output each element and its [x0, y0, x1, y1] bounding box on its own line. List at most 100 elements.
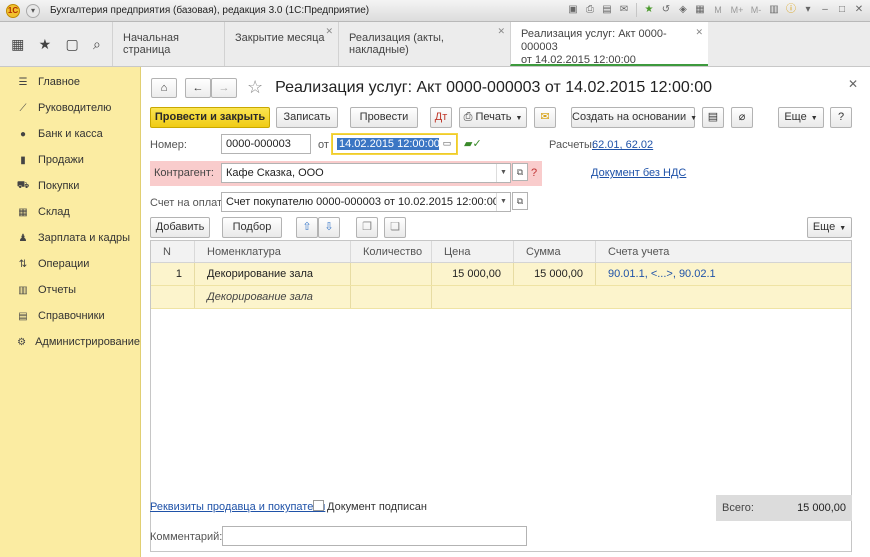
row-item[interactable]: Декорирование зала	[195, 263, 351, 285]
close-tab-icon[interactable]: ✕	[497, 26, 505, 37]
col-sum[interactable]: Сумма	[514, 241, 596, 262]
favorite-icon[interactable]: ★	[642, 3, 656, 17]
more-button[interactable]: Еще ▼	[778, 107, 824, 128]
paste-row-icon[interactable]: ❏	[384, 217, 406, 238]
table-row[interactable]: 1 Декорирование зала 15 000,00 15 000,00…	[151, 263, 851, 309]
document-icon[interactable]: ▤	[702, 107, 724, 128]
col-n[interactable]: N	[151, 241, 195, 262]
row-qty[interactable]	[351, 263, 432, 285]
tab-home[interactable]: Начальная страница	[112, 22, 224, 66]
invoice-field[interactable]: Счет покупателю 0000-000003 от 10.02.201…	[221, 192, 511, 212]
memory-mminus-button[interactable]: M-	[748, 3, 764, 17]
forward-button[interactable]: →	[211, 77, 237, 98]
col-price[interactable]: Цена	[432, 241, 514, 262]
calendar-picker-icon[interactable]: ▭	[439, 135, 455, 153]
memory-m-button[interactable]: M	[710, 3, 726, 17]
counterparty-help-icon[interactable]: ?	[531, 167, 537, 179]
more-label: Еще	[784, 111, 807, 123]
save-icon[interactable]: ▣	[566, 3, 580, 17]
post-and-close-button[interactable]: Провести и закрыть	[150, 107, 270, 128]
vat-link[interactable]: Документ без НДС	[591, 167, 686, 179]
minimize-icon[interactable]: –	[818, 3, 832, 17]
comment-field[interactable]	[222, 526, 527, 546]
table-more-button[interactable]: Еще ▼	[807, 217, 852, 238]
history-icon[interactable]: ▢	[66, 36, 79, 53]
requisites-link[interactable]: Реквизиты продавца и покупателя	[150, 501, 325, 513]
tab-current-document[interactable]: Реализация услуг: Акт 0000-000003 от 14.…	[510, 22, 708, 66]
sidebar-item-manager[interactable]: ⟋ Руководителю	[0, 95, 140, 121]
pick-button[interactable]: Подбор	[222, 217, 282, 238]
attachment-icon[interactable]: ⌀	[731, 107, 753, 128]
memory-mplus-button[interactable]: M+	[729, 3, 745, 17]
sidebar-item-warehouse[interactable]: ▦ Склад	[0, 199, 140, 225]
history-icon[interactable]: ↺	[659, 3, 673, 17]
counterparty-dropdown-icon[interactable]: ▼	[496, 164, 510, 182]
grid-menu-icon[interactable]: ▦	[11, 36, 24, 53]
print-icon[interactable]: ⎙	[583, 3, 597, 17]
row-price[interactable]: 15 000,00	[432, 263, 514, 285]
info-icon[interactable]: ⓘ	[784, 3, 798, 17]
invoice-dropdown-icon[interactable]: ▼	[496, 193, 510, 211]
close-tab-icon[interactable]: ✕	[325, 26, 333, 37]
post-button[interactable]: Провести	[350, 107, 418, 128]
calendar-icon[interactable]: ▦	[693, 3, 707, 17]
signed-checkbox[interactable]	[313, 500, 324, 511]
search-icon[interactable]: ⌕	[93, 36, 101, 53]
gear-icon: ⚙	[17, 336, 27, 348]
posting-journal-icon[interactable]: Дт	[430, 107, 452, 128]
row-sum[interactable]: 15 000,00	[514, 263, 596, 285]
col-qty[interactable]: Количество	[351, 241, 432, 262]
close-window-icon[interactable]: ✕	[852, 3, 866, 17]
home-button[interactable]: ⌂	[151, 77, 177, 98]
tab-label: Начальная страница	[123, 32, 179, 56]
mail-icon[interactable]: ✉	[617, 3, 631, 17]
create-based-on-button[interactable]: Создать на основании ▼	[571, 107, 698, 128]
check-date-icon[interactable]: ▰✓	[464, 137, 482, 150]
sidebar: ☰ Главное ⟋ Руководителю ● Банк и касса ▮ Пр…	[0, 67, 141, 557]
open-invoice-icon[interactable]: ⧉	[512, 192, 528, 210]
sidebar-item-bank[interactable]: ● Банк и касса	[0, 121, 140, 147]
row-accounts[interactable]: 90.01.1, <...>, 90.02.1	[596, 263, 851, 285]
sidebar-item-catalogs[interactable]: ▤ Справочники	[0, 303, 140, 329]
copy-row-icon[interactable]: ❐	[356, 217, 378, 238]
move-down-icon[interactable]: ⇩	[318, 217, 340, 238]
favorite-star-icon[interactable]: ☆	[247, 77, 263, 98]
tab-month-close[interactable]: Закрытие месяца ✕	[224, 22, 338, 66]
open-counterparty-icon[interactable]: ⧉	[512, 163, 528, 181]
col-item[interactable]: Номенклатура	[195, 241, 351, 262]
sidebar-item-main[interactable]: ☰ Главное	[0, 69, 140, 95]
chevron-down-icon: ▼	[690, 115, 698, 122]
options-icon[interactable]: ▾	[801, 3, 815, 17]
row-accounts-link[interactable]: 90.01.1, <...>, 90.02.1	[608, 268, 716, 280]
help-button[interactable]: ?	[830, 107, 852, 128]
close-form-icon[interactable]: ✕	[848, 77, 858, 91]
move-up-icon[interactable]: ⇧	[296, 217, 318, 238]
bookmark-icon[interactable]: ◈	[676, 3, 690, 17]
sidebar-item-salary[interactable]: ♟ Зарплата и кадры	[0, 225, 140, 251]
accounts-link[interactable]: 62.01, 62.02	[592, 139, 653, 151]
row-item-content[interactable]: Декорирование зала	[195, 286, 351, 308]
sidebar-item-purchases[interactable]: ⛟ Покупки	[0, 173, 140, 199]
sidebar-item-reports[interactable]: ▥ Отчеты	[0, 277, 140, 303]
maximize-icon[interactable]: □	[835, 3, 849, 17]
calculator-icon[interactable]: ▥	[767, 3, 781, 17]
preview-icon[interactable]: ▤	[600, 3, 614, 17]
email-button[interactable]: ✉	[534, 107, 556, 128]
back-button[interactable]: ←	[185, 77, 211, 98]
save-button[interactable]: Записать	[276, 107, 338, 128]
operations-icon: ⇅	[18, 258, 28, 270]
tab-sales-list[interactable]: Реализация (акты, накладные) ✕	[338, 22, 510, 66]
sidebar-item-sales[interactable]: ▮ Продажи	[0, 147, 140, 173]
sidebar-item-admin[interactable]: ⚙ Администрирование	[0, 329, 140, 355]
add-row-button[interactable]: Добавить	[150, 217, 210, 238]
sidebar-item-operations[interactable]: ⇅ Операции	[0, 251, 140, 277]
number-field[interactable]: 0000-000003	[221, 134, 311, 154]
close-tab-icon[interactable]: ✕	[695, 26, 703, 39]
counterparty-field[interactable]: Кафе Сказка, ООО	[221, 163, 511, 183]
favorites-icon[interactable]: ★	[39, 36, 52, 53]
window-title-bar: 1С ▾ Бухгалтерия предприятия (базовая), …	[0, 0, 870, 22]
signed-label: Документ подписан	[327, 501, 427, 513]
print-button[interactable]: ⎙ Печать ▼	[459, 107, 527, 128]
col-accounts[interactable]: Счета учета	[596, 241, 851, 262]
main-menu-icon[interactable]: ▾	[26, 3, 40, 18]
